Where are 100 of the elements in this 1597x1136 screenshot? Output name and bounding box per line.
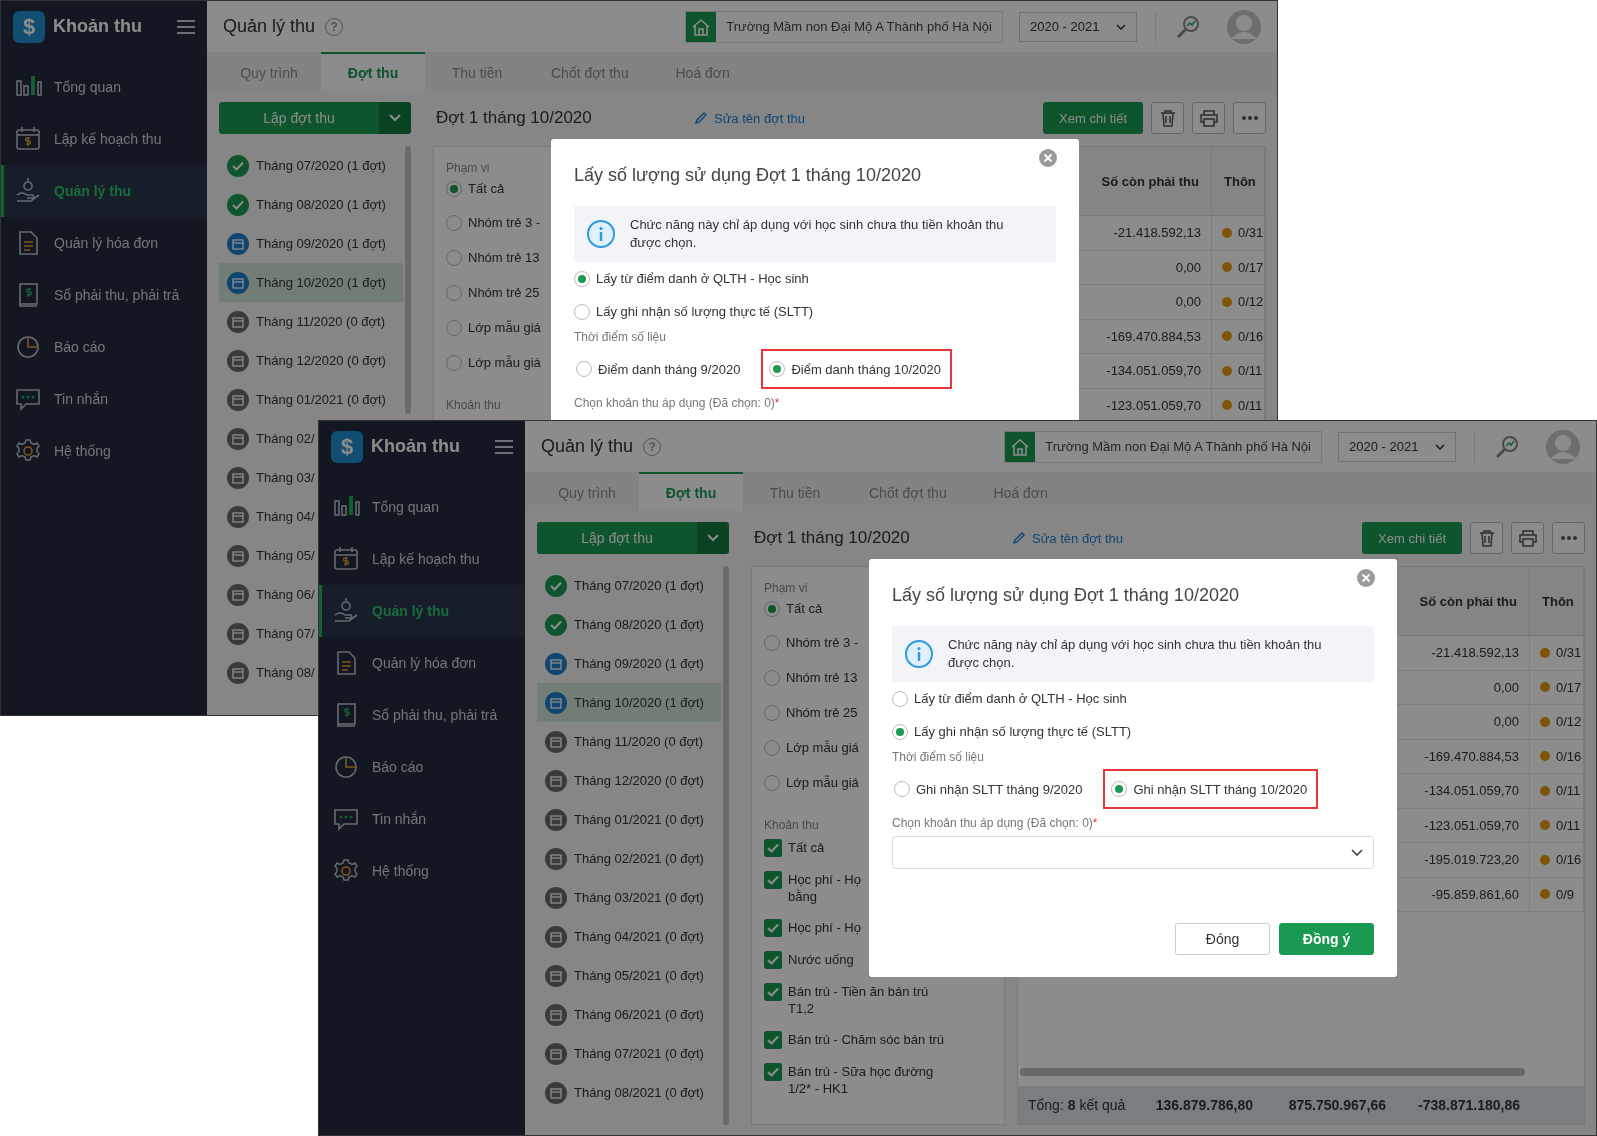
radio-button[interactable] [764, 601, 780, 617]
nav-item[interactable]: Tổng quan [319, 481, 525, 533]
month-item[interactable]: Tháng 08/2020 (1 đợt) [537, 605, 708, 644]
more-button[interactable] [1552, 522, 1585, 554]
month-item[interactable]: Tháng 11/2020 (0 đợt) [219, 302, 389, 341]
month-item[interactable]: Tháng 08/2021 (0 đợt) [537, 1073, 708, 1112]
checkbox[interactable] [764, 951, 782, 969]
month-item[interactable]: Tháng 09/2020 (1 đợt) [537, 644, 708, 683]
month-item[interactable]: Tháng 03/ [219, 458, 319, 497]
nav-item[interactable]: Báo cáo [319, 741, 525, 793]
nav-item[interactable]: Sổ phải thu, phải trả [1, 269, 207, 321]
month-item[interactable]: Tháng 04/2021 (0 đợt) [537, 917, 708, 956]
nav-item[interactable]: Lập kế hoạch thu [1, 113, 207, 165]
month-item[interactable]: Tháng 07/ [219, 614, 319, 653]
month-item[interactable]: Tháng 07/2020 (1 đợt) [537, 566, 708, 605]
month-item[interactable]: Tháng 05/ [219, 536, 319, 575]
checkbox[interactable] [764, 919, 782, 937]
create-batch-button[interactable]: Lập đợt thu [537, 522, 697, 554]
month-item[interactable]: Tháng 03/2021 (0 đợt) [537, 878, 708, 917]
avatar-icon[interactable] [1226, 8, 1262, 45]
radio-button[interactable] [446, 354, 462, 371]
rename-link[interactable]: Sửa tên đợt thu [694, 110, 805, 126]
month-item[interactable]: Tháng 10/2020 (1 đợt) [219, 263, 403, 302]
radio-button[interactable] [574, 270, 590, 287]
rename-link[interactable]: Sửa tên đợt thu [1012, 530, 1123, 546]
month-item[interactable]: Tháng 02/2021 (0 đợt) [537, 839, 708, 878]
school-selector[interactable]: Trường Mầm non Đại Mộ A Thành phố Hà Nội [685, 10, 1003, 43]
school-selector[interactable]: Trường Mầm non Đại Mộ A Thành phố Hà Nội [1004, 430, 1322, 463]
nav-item[interactable]: Báo cáo [1, 321, 207, 373]
month-item[interactable]: Tháng 11/2020 (0 đợt) [537, 722, 707, 761]
month-item[interactable]: Tháng 12/2020 (0 đợt) [219, 341, 390, 380]
radio-button[interactable] [446, 181, 462, 197]
tab[interactable]: Đợt thu [639, 472, 743, 511]
radio-button[interactable] [894, 781, 910, 797]
scrollbar[interactable] [405, 146, 411, 414]
radio-button[interactable] [892, 723, 908, 740]
checkbox[interactable] [764, 839, 782, 857]
radio-button[interactable] [764, 669, 780, 686]
year-select[interactable]: 2020 - 2021 [1019, 11, 1137, 42]
month-item[interactable]: Tháng 06/ [219, 575, 319, 614]
radio-button[interactable] [446, 249, 462, 266]
print-button[interactable] [1192, 102, 1225, 134]
month-item[interactable]: Tháng 02/ [219, 419, 319, 458]
nav-item[interactable]: Sổ phải thu, phải trả [319, 689, 525, 741]
scrollbar[interactable] [723, 566, 729, 1125]
close-icon[interactable] [1357, 569, 1375, 587]
dropdown-button[interactable] [697, 522, 729, 554]
checkbox[interactable] [764, 1031, 782, 1049]
horizontal-scrollbar[interactable] [1020, 1068, 1525, 1076]
radio-button[interactable] [764, 739, 780, 756]
month-item[interactable]: Tháng 09/2020 (1 đợt) [219, 224, 390, 263]
create-batch-button[interactable]: Lập đợt thu [219, 102, 379, 134]
nav-item[interactable]: Hệ thống [1, 425, 207, 477]
radio-button[interactable] [892, 690, 908, 707]
view-detail-button[interactable]: Xem chi tiết [1362, 522, 1462, 554]
radio-button[interactable] [574, 303, 590, 320]
avatar-icon[interactable] [1545, 428, 1581, 465]
month-item[interactable]: Tháng 12/2020 (0 đợt) [537, 761, 708, 800]
confirm-button[interactable]: Đồng ý [1279, 923, 1374, 955]
month-item[interactable]: Tháng 08/2020 (1 đợt) [219, 185, 390, 224]
radio-button[interactable] [769, 361, 786, 377]
month-item[interactable]: Tháng 06/2021 (0 đợt) [537, 995, 708, 1034]
radio-button[interactable] [446, 214, 462, 231]
radio-button[interactable] [576, 361, 592, 377]
checkbox[interactable] [764, 871, 782, 889]
menu-icon[interactable] [495, 438, 513, 455]
nav-item[interactable]: Tin nhắn [1, 373, 207, 425]
tab[interactable]: Đợt thu [321, 52, 425, 91]
delete-button[interactable] [1151, 102, 1184, 134]
nav-item[interactable]: Quản lý thu [319, 585, 525, 637]
menu-icon[interactable] [177, 18, 195, 35]
radio-button[interactable] [764, 704, 780, 721]
nav-item[interactable]: Tin nhắn [319, 793, 525, 845]
radio-button[interactable] [764, 774, 780, 791]
month-item[interactable]: Tháng 07/2020 (1 đợt) [219, 146, 390, 185]
nav-item[interactable]: Hệ thống [319, 845, 525, 897]
delete-button[interactable] [1470, 522, 1503, 554]
radio-button[interactable] [764, 634, 780, 651]
checkbox[interactable] [764, 1063, 782, 1081]
radio-button[interactable] [446, 319, 462, 336]
nav-item[interactable]: Quản lý hóa đơn [1, 217, 207, 269]
month-item[interactable]: Tháng 07/2021 (0 đợt) [537, 1034, 708, 1073]
close-icon[interactable] [1039, 149, 1057, 167]
nav-item[interactable]: Quản lý thu [1, 165, 207, 217]
nav-item[interactable]: Quản lý hóa đơn [319, 637, 525, 689]
checkbox[interactable] [764, 983, 782, 1001]
dropdown-button[interactable] [379, 102, 411, 134]
radio-button[interactable] [446, 284, 462, 301]
month-item[interactable]: Tháng 01/2021 (0 đợt) [537, 800, 708, 839]
more-button[interactable] [1233, 102, 1266, 134]
radio-button[interactable] [1111, 781, 1128, 797]
year-select[interactable]: 2020 - 2021 [1338, 431, 1456, 462]
month-item[interactable]: Tháng 10/2020 (1 đợt) [537, 683, 721, 722]
view-detail-button[interactable]: Xem chi tiết [1043, 102, 1143, 134]
close-button[interactable]: Đóng [1175, 923, 1270, 955]
month-item[interactable]: Tháng 04/ [219, 497, 319, 536]
nav-item[interactable]: Tổng quan [1, 61, 207, 113]
month-item[interactable]: Tháng 08/ [219, 653, 319, 692]
nav-item[interactable]: Lập kế hoạch thu [319, 533, 525, 585]
month-item[interactable]: Tháng 01/2021 (0 đợt) [219, 380, 390, 419]
